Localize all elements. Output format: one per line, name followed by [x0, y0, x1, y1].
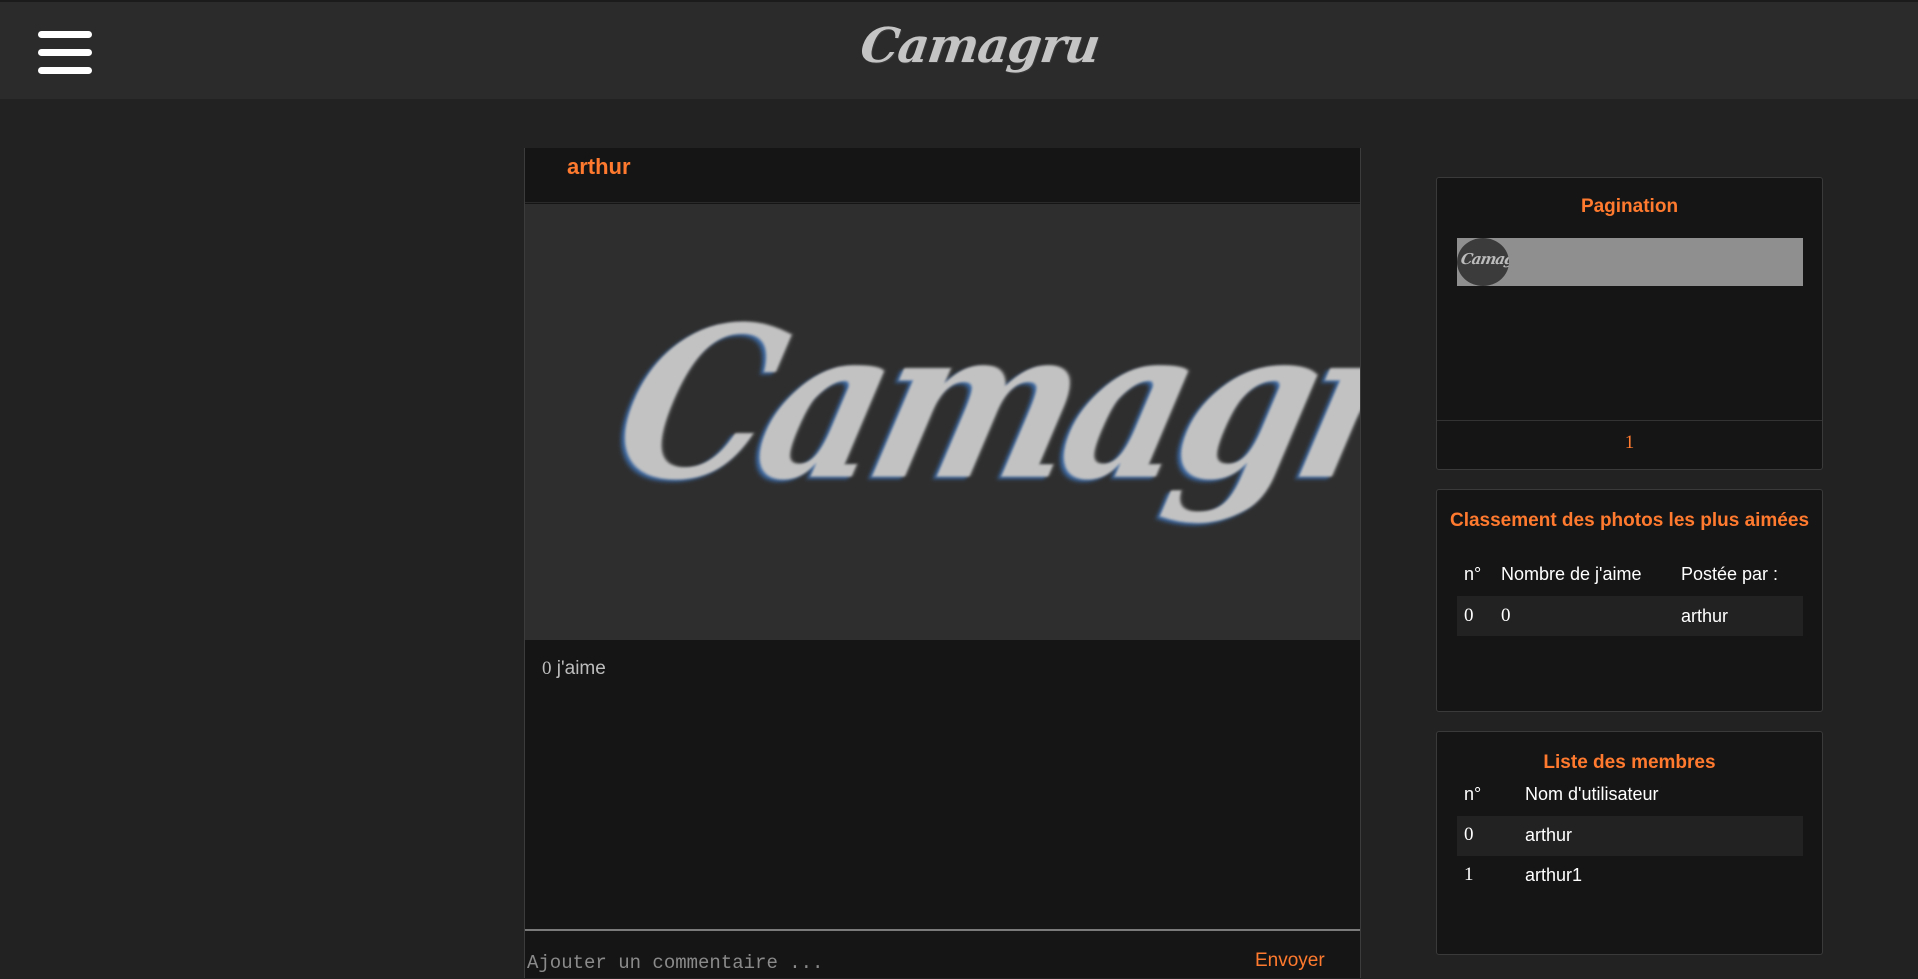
likes-count: 0: [542, 658, 552, 679]
pagination-thumbnail-row[interactable]: Camagru: [1457, 238, 1803, 286]
pagination-title: Pagination: [1580, 196, 1679, 217]
ranking-col-likes: Nombre de j'aime: [1501, 564, 1642, 584]
comment-input[interactable]: [527, 951, 1087, 975]
ranking-cell-likes: 0: [1501, 605, 1511, 626]
ranking-col-author: Postée par :: [1681, 564, 1779, 584]
menu-bar-bottom: [38, 67, 92, 74]
member-cell-user[interactable]: arthur1: [1525, 865, 1582, 886]
ranking-cell-user: arthur: [1681, 606, 1729, 626]
photo-post: arthur Camagru 0 j'aime Envoyer: [524, 148, 1361, 978]
brand-logo[interactable]: Camagru: [855, 18, 1103, 88]
menu-bar-middle: [38, 49, 92, 56]
send-comment-button[interactable]: Envoyer: [1255, 950, 1325, 972]
members-col-number: n°: [1464, 784, 1482, 804]
ranking-cell-number: 0: [1464, 605, 1474, 626]
member-cell-number: 1: [1464, 864, 1474, 885]
menu-bar-top: [38, 31, 92, 38]
thumbnail-logo: Camagru: [1459, 250, 1509, 268]
ranking-col-number: n°: [1464, 564, 1482, 584]
members-col-username: Nom d'utilisateur: [1525, 784, 1659, 804]
post-photo[interactable]: Camagru: [525, 204, 1360, 640]
table-row: 1 arthur1: [1457, 856, 1803, 896]
hamburger-menu-icon[interactable]: [38, 31, 92, 75]
members-panel: Liste des membres n° Nom d'utilisateur 0…: [1436, 731, 1823, 955]
post-header: arthur: [525, 148, 1360, 203]
pagination-panel: Pagination Camagru 1: [1436, 177, 1823, 470]
members-title: Liste des membres: [1543, 752, 1716, 773]
member-cell-number: 0: [1464, 824, 1474, 845]
ranking-title: Classement des photos les plus aimées: [1449, 510, 1810, 531]
likes-label: j'aime: [556, 658, 606, 679]
likes-counter[interactable]: 0 j'aime: [542, 658, 606, 680]
photo-thumbnail[interactable]: Camagru: [1457, 238, 1509, 286]
ranking-panel: Classement des photos les plus aimées n°…: [1436, 489, 1823, 712]
table-row: 0 arthur: [1457, 816, 1803, 856]
page-number-link[interactable]: 1: [1437, 432, 1822, 454]
pagination-divider: [1437, 420, 1822, 421]
table-row: 0 0 arthur: [1457, 596, 1803, 636]
member-cell-user[interactable]: arthur: [1525, 825, 1572, 846]
post-photo-logo: Camagru: [594, 280, 1360, 527]
post-author-link[interactable]: arthur: [567, 154, 631, 180]
top-header: Camagru: [0, 0, 1918, 99]
